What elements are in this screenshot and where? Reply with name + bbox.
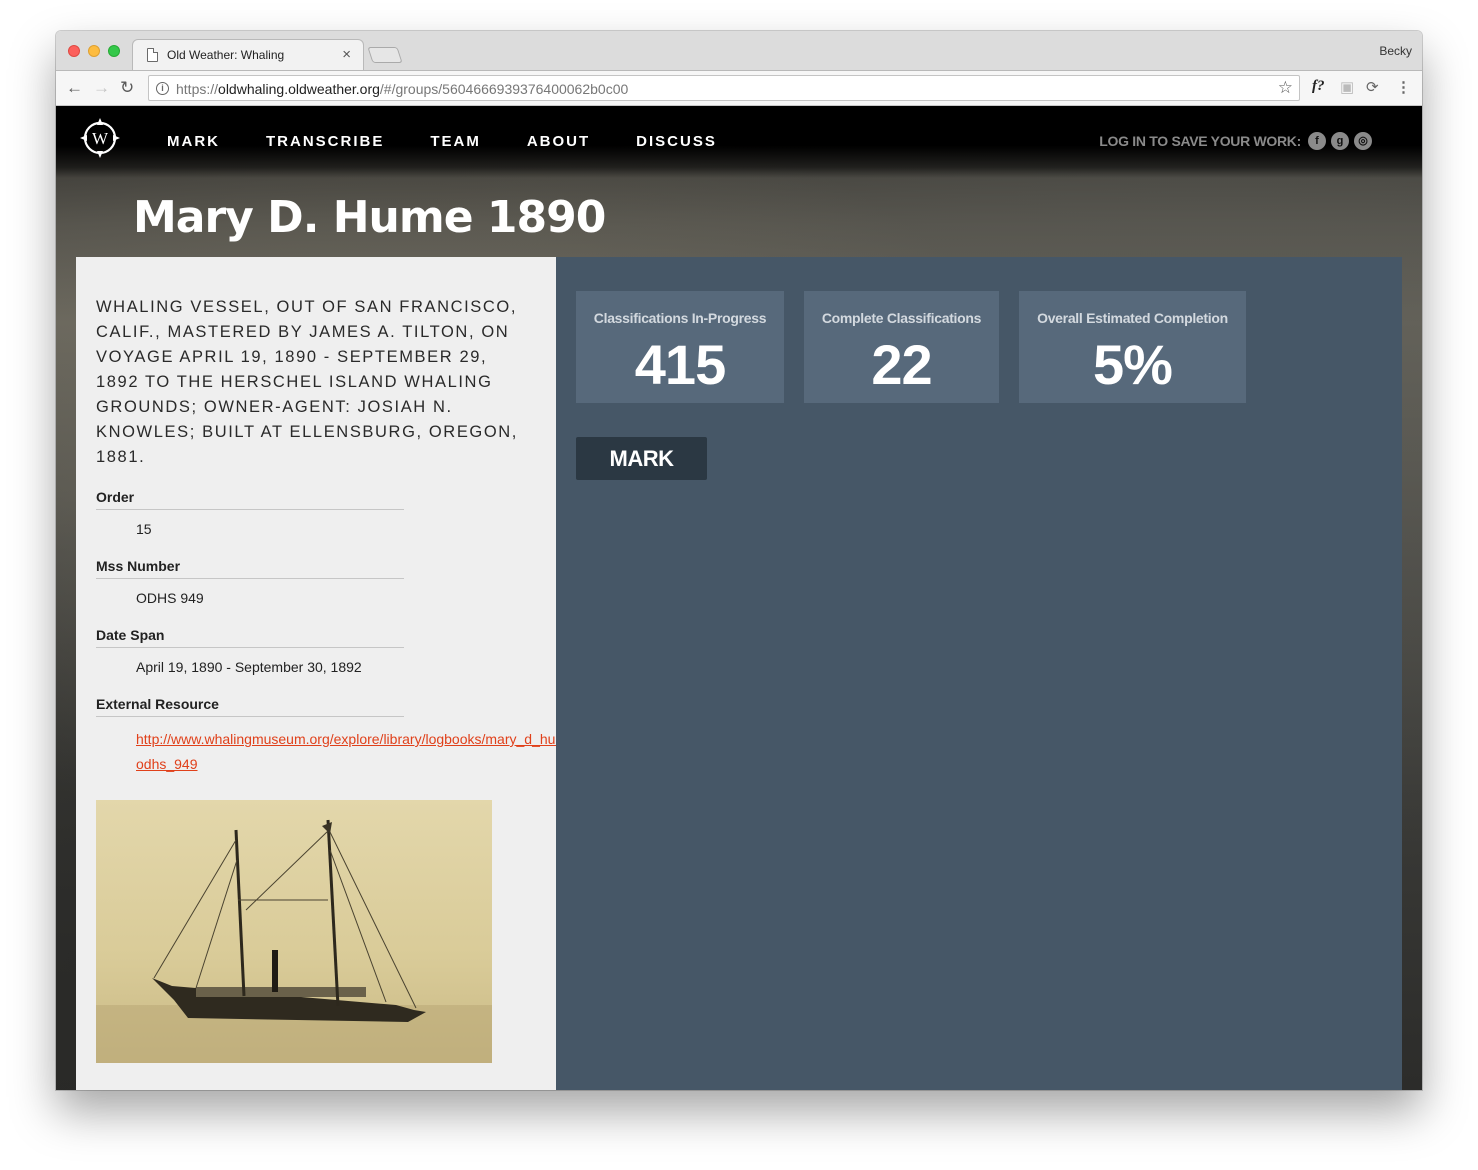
- ship-photo: [96, 800, 492, 1063]
- browser-toolbar: ← → ↻ i https://oldwhaling.oldweather.or…: [56, 70, 1422, 106]
- stat-completion-value: 5%: [1093, 333, 1173, 396]
- url-text[interactable]: https://oldwhaling.oldweather.org/#/grou…: [176, 81, 628, 97]
- external-resource-field: External Resource http://www.whalingmuse…: [96, 696, 556, 777]
- order-label: Order: [96, 489, 404, 510]
- tab-close-icon[interactable]: ×: [342, 46, 351, 63]
- vessel-description: WHALING VESSEL, OUT OF SAN FRANCISCO, CA…: [96, 298, 518, 466]
- stat-in-progress-value: 415: [634, 333, 726, 396]
- main-nav: MARK TRANSCRIBE TEAM ABOUT DISCUSS: [167, 133, 763, 150]
- facebook-icon[interactable]: f: [1308, 132, 1326, 150]
- login-prompt: LOG IN TO SAVE YOUR WORK:: [1099, 133, 1301, 149]
- external-resource-label: External Resource: [96, 696, 404, 717]
- menu-kebab-icon[interactable]: ⋮: [1396, 78, 1411, 96]
- old-weather-logo-icon[interactable]: W: [80, 118, 120, 158]
- extension-chat-icon[interactable]: ▣: [1340, 78, 1354, 96]
- external-resource-link[interactable]: http://www.whalingmuseum.org/explore/lib…: [96, 717, 556, 777]
- web-page: W MARK TRANSCRIBE TEAM ABOUT DISCUSS LOG…: [56, 106, 1422, 1090]
- zooniverse-icon[interactable]: ◎: [1354, 132, 1372, 150]
- order-value: 15: [136, 521, 152, 537]
- nav-about[interactable]: ABOUT: [527, 133, 590, 150]
- site-header: W MARK TRANSCRIBE TEAM ABOUT DISCUSS LOG…: [56, 106, 1422, 178]
- page-title: Mary D. Hume 1890: [133, 192, 606, 243]
- bookmark-star-icon[interactable]: ☆: [1278, 78, 1293, 98]
- progress-panel: Classifications In-Progress 415 Complete…: [556, 257, 1402, 1090]
- page-icon: [147, 48, 158, 62]
- back-arrow-icon[interactable]: ←: [66, 78, 83, 98]
- google-icon[interactable]: g: [1331, 132, 1349, 150]
- date-span-value: April 19, 1890 - September 30, 1892: [136, 659, 362, 675]
- stat-completion: Overall Estimated Completion 5%: [1019, 291, 1246, 403]
- browser-tab[interactable]: Old Weather: Whaling ×: [132, 39, 364, 70]
- stat-complete-value: 22: [871, 333, 932, 396]
- date-span-field: Date Span April 19, 1890 - September 30,…: [96, 627, 404, 675]
- nav-transcribe[interactable]: TRANSCRIBE: [266, 133, 384, 150]
- stat-completion-label: Overall Estimated Completion: [1037, 310, 1228, 326]
- tab-title: Old Weather: Whaling: [167, 48, 285, 62]
- forward-arrow-icon[interactable]: →: [93, 78, 110, 98]
- mark-button[interactable]: MARK: [576, 437, 707, 480]
- reload-icon[interactable]: ↻: [120, 78, 134, 98]
- new-tab-button[interactable]: [367, 47, 403, 63]
- mss-number-label: Mss Number: [96, 558, 404, 579]
- extension-fquestion-icon[interactable]: f?: [1312, 78, 1325, 95]
- mss-number-field: Mss Number ODHS 949: [96, 558, 404, 606]
- window-controls: [68, 45, 120, 57]
- login-area: LOG IN TO SAVE YOUR WORK: f g ◎: [1099, 132, 1372, 150]
- nav-mark[interactable]: MARK: [167, 133, 220, 150]
- address-bar[interactable]: i https://oldwhaling.oldweather.org/#/gr…: [148, 75, 1300, 101]
- extension-sync-icon[interactable]: ⟳: [1366, 78, 1379, 96]
- stat-in-progress-label: Classifications In-Progress: [593, 310, 767, 326]
- profile-name[interactable]: Becky: [1379, 44, 1412, 58]
- stat-in-progress: Classifications In-Progress 415: [576, 291, 784, 403]
- stat-complete-label: Complete Classifications: [821, 310, 982, 326]
- stat-complete: Complete Classifications 22: [804, 291, 999, 403]
- nav-team[interactable]: TEAM: [430, 133, 481, 150]
- close-window-button[interactable]: [68, 45, 80, 57]
- tab-strip: Old Weather: Whaling × Becky: [56, 31, 1422, 70]
- nav-discuss[interactable]: DISCUSS: [636, 133, 717, 150]
- info-icon[interactable]: i: [156, 82, 169, 95]
- mss-number-value: ODHS 949: [136, 590, 204, 606]
- browser-window: Old Weather: Whaling × Becky ← → ↻ i htt…: [56, 31, 1422, 1090]
- minimize-window-button[interactable]: [88, 45, 100, 57]
- order-field: Order 15: [96, 489, 404, 537]
- date-span-label: Date Span: [96, 627, 404, 648]
- svg-text:W: W: [92, 129, 109, 148]
- maximize-window-button[interactable]: [108, 45, 120, 57]
- vessel-details-panel: WHALING VESSEL, OUT OF SAN FRANCISCO, CA…: [76, 257, 556, 1090]
